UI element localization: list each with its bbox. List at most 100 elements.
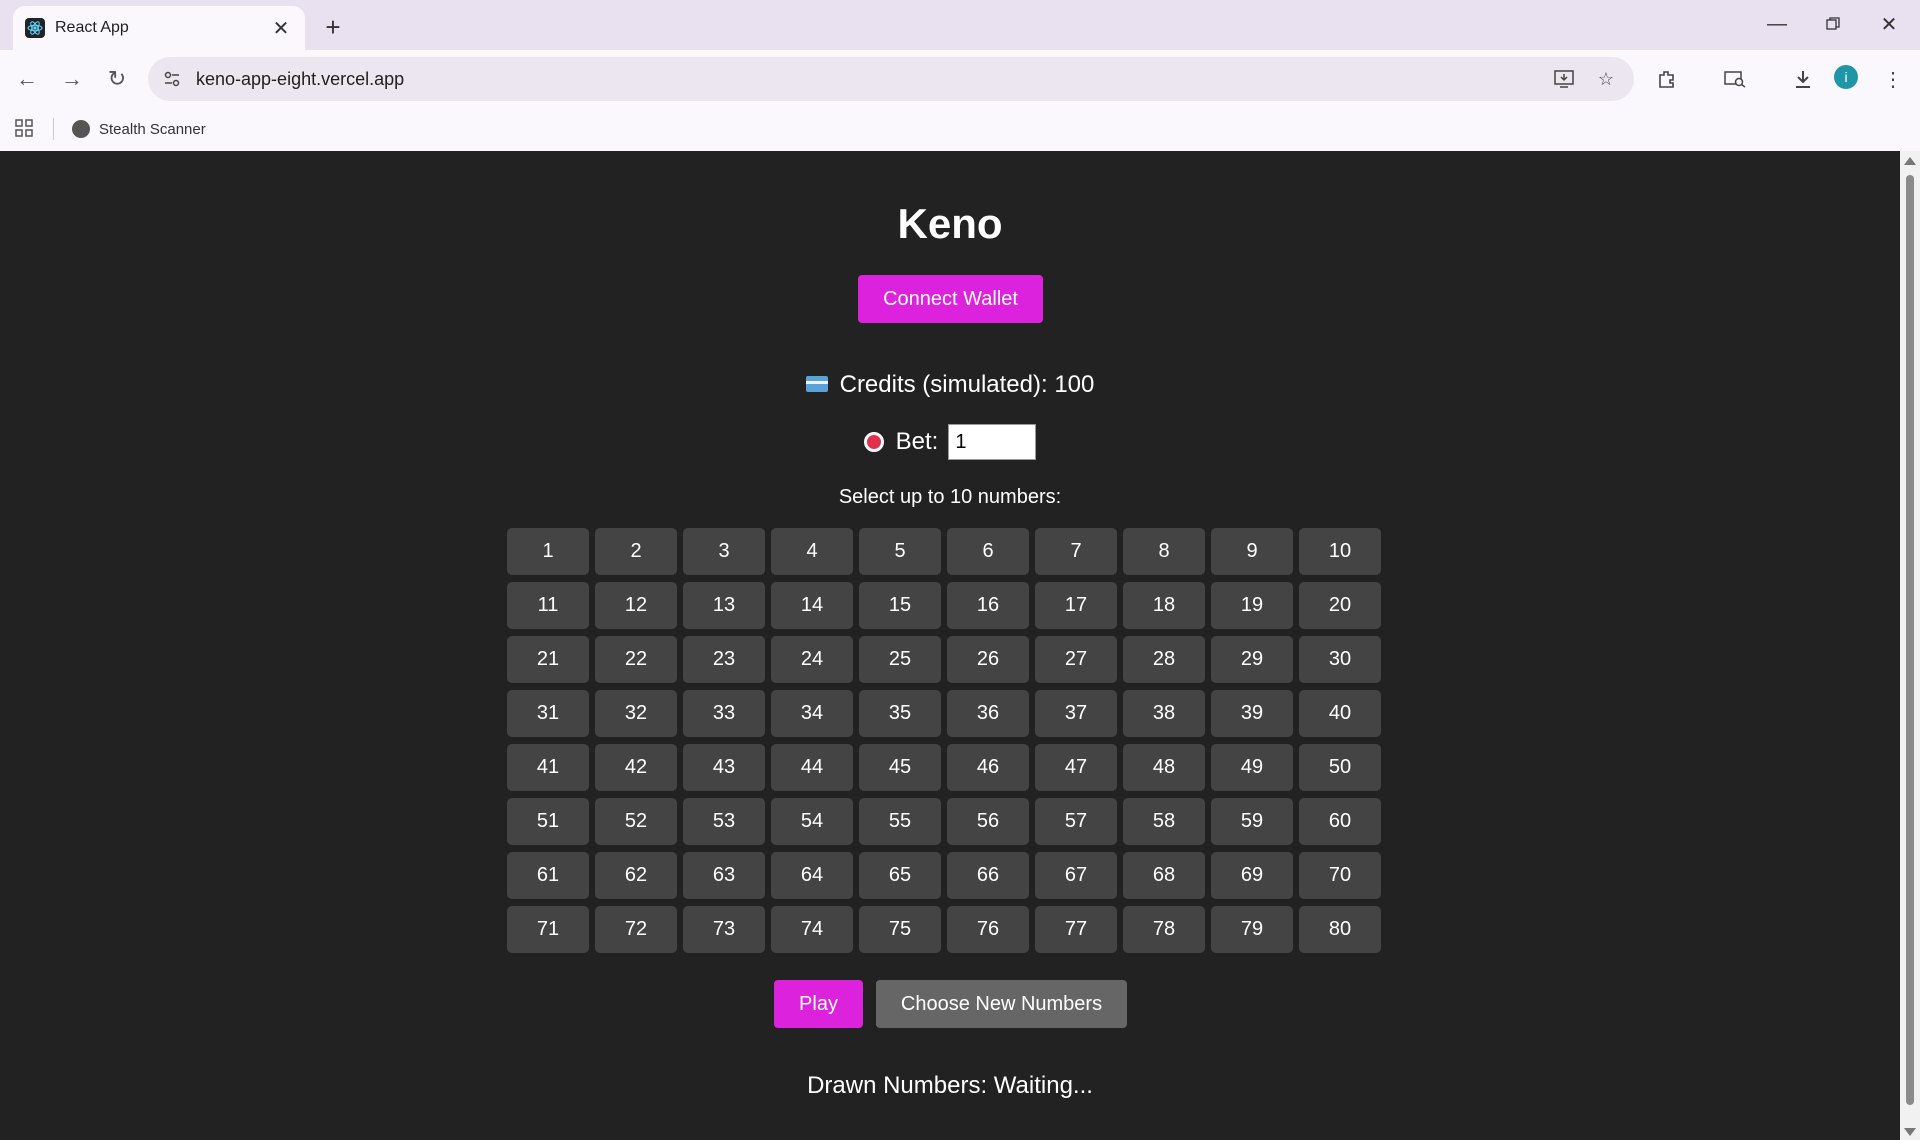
- tab-react-app[interactable]: React App ✕: [13, 6, 305, 50]
- reload-icon[interactable]: ↻: [102, 64, 132, 94]
- bookmark-stealth-scanner[interactable]: Stealth Scanner: [72, 116, 206, 142]
- number-tile[interactable]: 53: [683, 798, 765, 845]
- play-button[interactable]: Play: [774, 980, 863, 1028]
- number-tile[interactable]: 58: [1123, 798, 1205, 845]
- number-tile[interactable]: 71: [507, 906, 589, 953]
- number-tile[interactable]: 38: [1123, 690, 1205, 737]
- number-tile[interactable]: 56: [947, 798, 1029, 845]
- restore-icon[interactable]: [1810, 6, 1856, 42]
- number-tile[interactable]: 5: [859, 528, 941, 575]
- number-tile[interactable]: 4: [771, 528, 853, 575]
- scroll-up-arrow-icon[interactable]: [1904, 157, 1916, 165]
- number-tile[interactable]: 26: [947, 636, 1029, 683]
- number-tile[interactable]: 12: [595, 582, 677, 629]
- number-tile[interactable]: 57: [1035, 798, 1117, 845]
- scroll-down-arrow-icon[interactable]: [1904, 1128, 1916, 1136]
- number-tile[interactable]: 36: [947, 690, 1029, 737]
- number-tile[interactable]: 35: [859, 690, 941, 737]
- number-tile[interactable]: 61: [507, 852, 589, 899]
- number-tile[interactable]: 43: [683, 744, 765, 791]
- number-tile[interactable]: 51: [507, 798, 589, 845]
- number-tile[interactable]: 39: [1211, 690, 1293, 737]
- number-tile[interactable]: 29: [1211, 636, 1293, 683]
- number-tile[interactable]: 45: [859, 744, 941, 791]
- number-tile[interactable]: 1: [507, 528, 589, 575]
- number-tile[interactable]: 48: [1123, 744, 1205, 791]
- number-tile[interactable]: 42: [595, 744, 677, 791]
- number-tile[interactable]: 30: [1299, 636, 1381, 683]
- number-tile[interactable]: 47: [1035, 744, 1117, 791]
- number-tile[interactable]: 8: [1123, 528, 1205, 575]
- number-tile[interactable]: 17: [1035, 582, 1117, 629]
- number-tile[interactable]: 25: [859, 636, 941, 683]
- number-tile[interactable]: 34: [771, 690, 853, 737]
- number-tile[interactable]: 55: [859, 798, 941, 845]
- back-arrow-icon[interactable]: ←: [12, 64, 42, 94]
- minimize-icon[interactable]: —: [1754, 6, 1800, 42]
- number-tile[interactable]: 68: [1123, 852, 1205, 899]
- number-tile[interactable]: 28: [1123, 636, 1205, 683]
- number-tile[interactable]: 18: [1123, 582, 1205, 629]
- number-tile[interactable]: 40: [1299, 690, 1381, 737]
- number-tile[interactable]: 14: [771, 582, 853, 629]
- connect-wallet-button[interactable]: Connect Wallet: [858, 275, 1043, 323]
- number-tile[interactable]: 65: [859, 852, 941, 899]
- install-app-icon[interactable]: [1552, 67, 1576, 91]
- number-tile[interactable]: 70: [1299, 852, 1381, 899]
- close-window-icon[interactable]: ✕: [1866, 6, 1912, 42]
- bookmark-star-icon[interactable]: ☆: [1594, 67, 1618, 91]
- number-tile[interactable]: 22: [595, 636, 677, 683]
- number-tile[interactable]: 9: [1211, 528, 1293, 575]
- download-icon[interactable]: [1788, 64, 1818, 94]
- number-tile[interactable]: 54: [771, 798, 853, 845]
- number-tile[interactable]: 32: [595, 690, 677, 737]
- number-tile[interactable]: 80: [1299, 906, 1381, 953]
- forward-arrow-icon[interactable]: →: [57, 64, 87, 94]
- number-tile[interactable]: 50: [1299, 744, 1381, 791]
- number-tile[interactable]: 6: [947, 528, 1029, 575]
- number-tile[interactable]: 7: [1035, 528, 1117, 575]
- address-bar[interactable]: keno-app-eight.vercel.app ☆: [148, 57, 1634, 101]
- number-tile[interactable]: 31: [507, 690, 589, 737]
- number-tile[interactable]: 76: [947, 906, 1029, 953]
- number-tile[interactable]: 44: [771, 744, 853, 791]
- site-info-icon[interactable]: [160, 67, 184, 91]
- number-tile[interactable]: 69: [1211, 852, 1293, 899]
- number-tile[interactable]: 41: [507, 744, 589, 791]
- number-tile[interactable]: 37: [1035, 690, 1117, 737]
- close-tab-icon[interactable]: ✕: [269, 16, 293, 40]
- number-tile[interactable]: 52: [595, 798, 677, 845]
- number-tile[interactable]: 23: [683, 636, 765, 683]
- number-tile[interactable]: 66: [947, 852, 1029, 899]
- number-tile[interactable]: 3: [683, 528, 765, 575]
- more-menu-icon[interactable]: ⋮: [1878, 64, 1908, 94]
- number-tile[interactable]: 59: [1211, 798, 1293, 845]
- number-tile[interactable]: 10: [1299, 528, 1381, 575]
- number-tile[interactable]: 19: [1211, 582, 1293, 629]
- number-tile[interactable]: 2: [595, 528, 677, 575]
- number-tile[interactable]: 21: [507, 636, 589, 683]
- page-scrollbar[interactable]: [1900, 151, 1920, 1140]
- number-tile[interactable]: 46: [947, 744, 1029, 791]
- number-tile[interactable]: 16: [947, 582, 1029, 629]
- number-tile[interactable]: 67: [1035, 852, 1117, 899]
- number-tile[interactable]: 78: [1123, 906, 1205, 953]
- number-tile[interactable]: 64: [771, 852, 853, 899]
- number-tile[interactable]: 79: [1211, 906, 1293, 953]
- tab-search-icon[interactable]: [1720, 64, 1750, 94]
- apps-grid-icon[interactable]: [14, 118, 36, 140]
- choose-new-numbers-button[interactable]: Choose New Numbers: [876, 980, 1127, 1028]
- number-tile[interactable]: 72: [595, 906, 677, 953]
- profile-avatar[interactable]: i: [1834, 65, 1858, 89]
- number-tile[interactable]: 62: [595, 852, 677, 899]
- number-tile[interactable]: 73: [683, 906, 765, 953]
- bet-input[interactable]: [948, 424, 1037, 460]
- number-tile[interactable]: 13: [683, 582, 765, 629]
- number-tile[interactable]: 60: [1299, 798, 1381, 845]
- number-tile[interactable]: 33: [683, 690, 765, 737]
- number-tile[interactable]: 63: [683, 852, 765, 899]
- number-tile[interactable]: 20: [1299, 582, 1381, 629]
- number-tile[interactable]: 49: [1211, 744, 1293, 791]
- number-tile[interactable]: 77: [1035, 906, 1117, 953]
- number-tile[interactable]: 24: [771, 636, 853, 683]
